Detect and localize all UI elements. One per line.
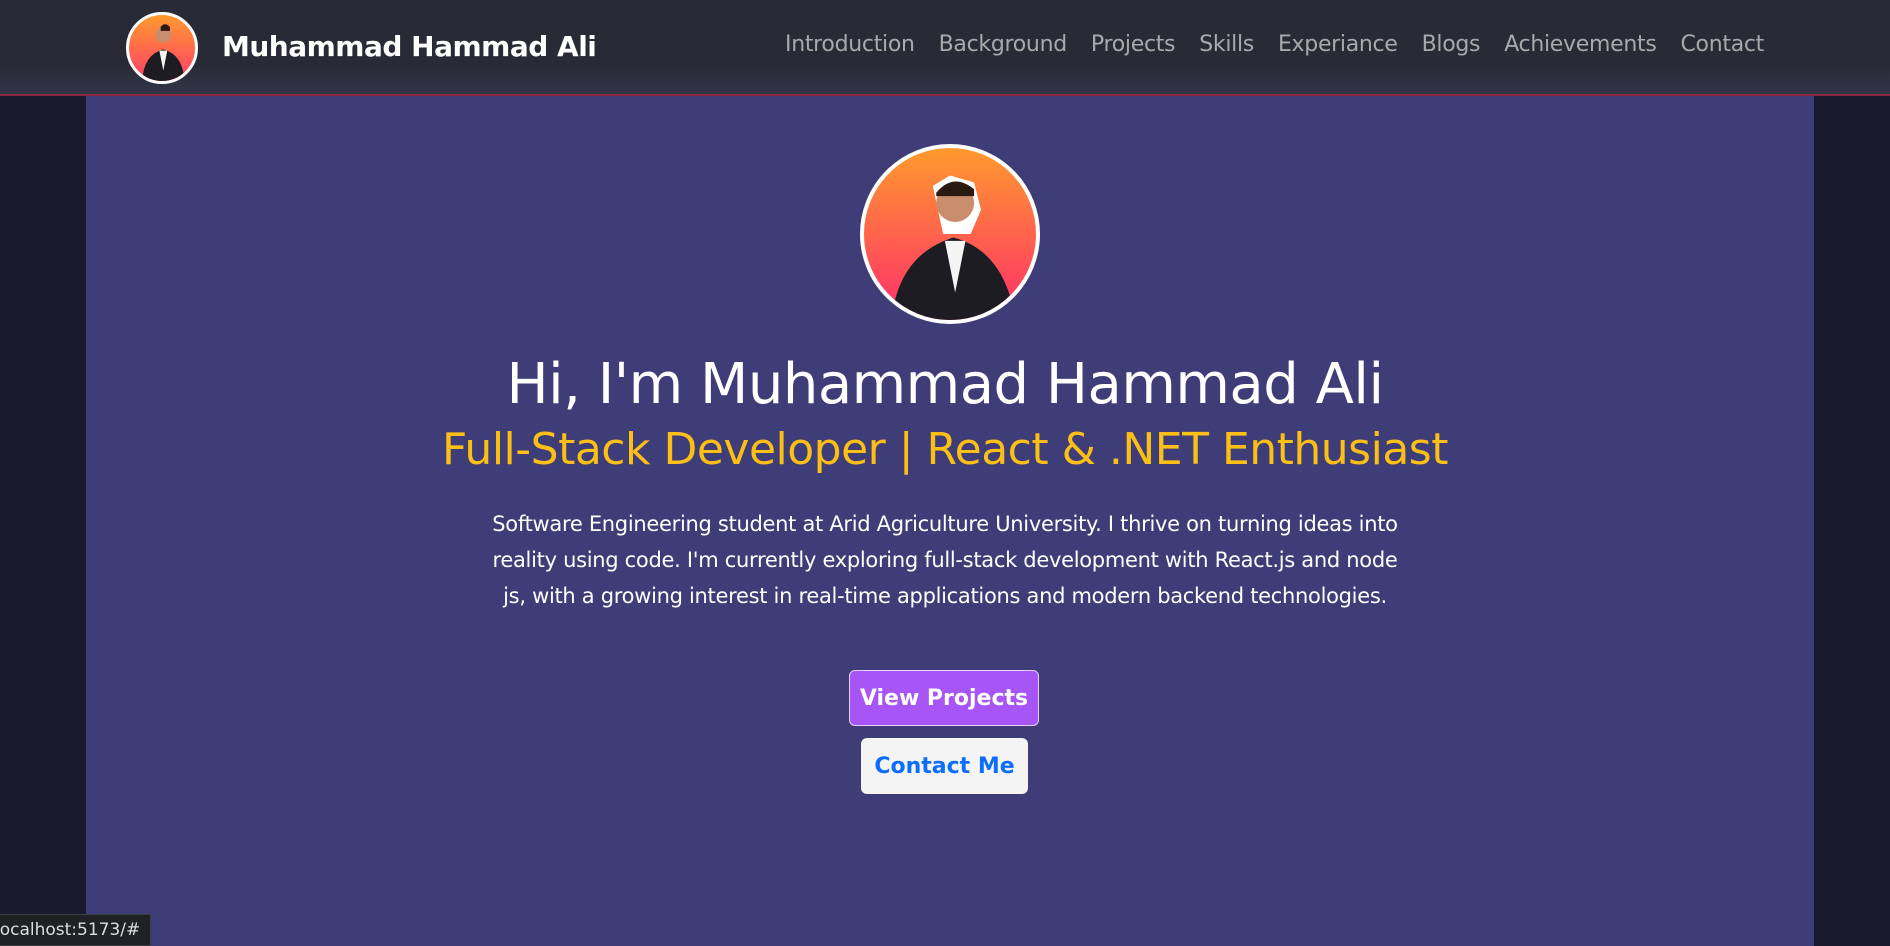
nav-contact[interactable]: Contact bbox=[1681, 32, 1765, 57]
hero-subtitle: Full-Stack Developer | React & .NET Enth… bbox=[442, 424, 1448, 475]
brand-name[interactable]: Muhammad Hammad Ali bbox=[222, 30, 597, 63]
main-nav: Introduction Background Projects Skills … bbox=[785, 32, 1764, 57]
hero-heading: Hi, I'm Muhammad Hammad Ali bbox=[506, 352, 1384, 417]
nav-background[interactable]: Background bbox=[939, 32, 1068, 57]
nav-projects[interactable]: Projects bbox=[1091, 32, 1176, 57]
person-photo-icon bbox=[891, 175, 1016, 320]
view-projects-button[interactable]: View Projects bbox=[849, 670, 1039, 726]
nav-blogs[interactable]: Blogs bbox=[1422, 32, 1481, 57]
logo-avatar[interactable] bbox=[126, 12, 198, 84]
nav-achievements[interactable]: Achievements bbox=[1504, 32, 1657, 57]
person-photo-icon bbox=[142, 24, 185, 81]
nav-experience[interactable]: Experiance bbox=[1278, 32, 1398, 57]
nav-skills[interactable]: Skills bbox=[1199, 32, 1254, 57]
profile-avatar bbox=[860, 144, 1040, 324]
contact-me-button[interactable]: Contact Me bbox=[861, 738, 1028, 794]
nav-introduction[interactable]: Introduction bbox=[785, 32, 915, 57]
hero-bio: Software Engineering student at Arid Agr… bbox=[492, 512, 1398, 608]
status-bar-url: localhost:5173/# bbox=[0, 914, 152, 946]
navbar: Muhammad Hammad Ali Introduction Backgro… bbox=[0, 0, 1890, 96]
